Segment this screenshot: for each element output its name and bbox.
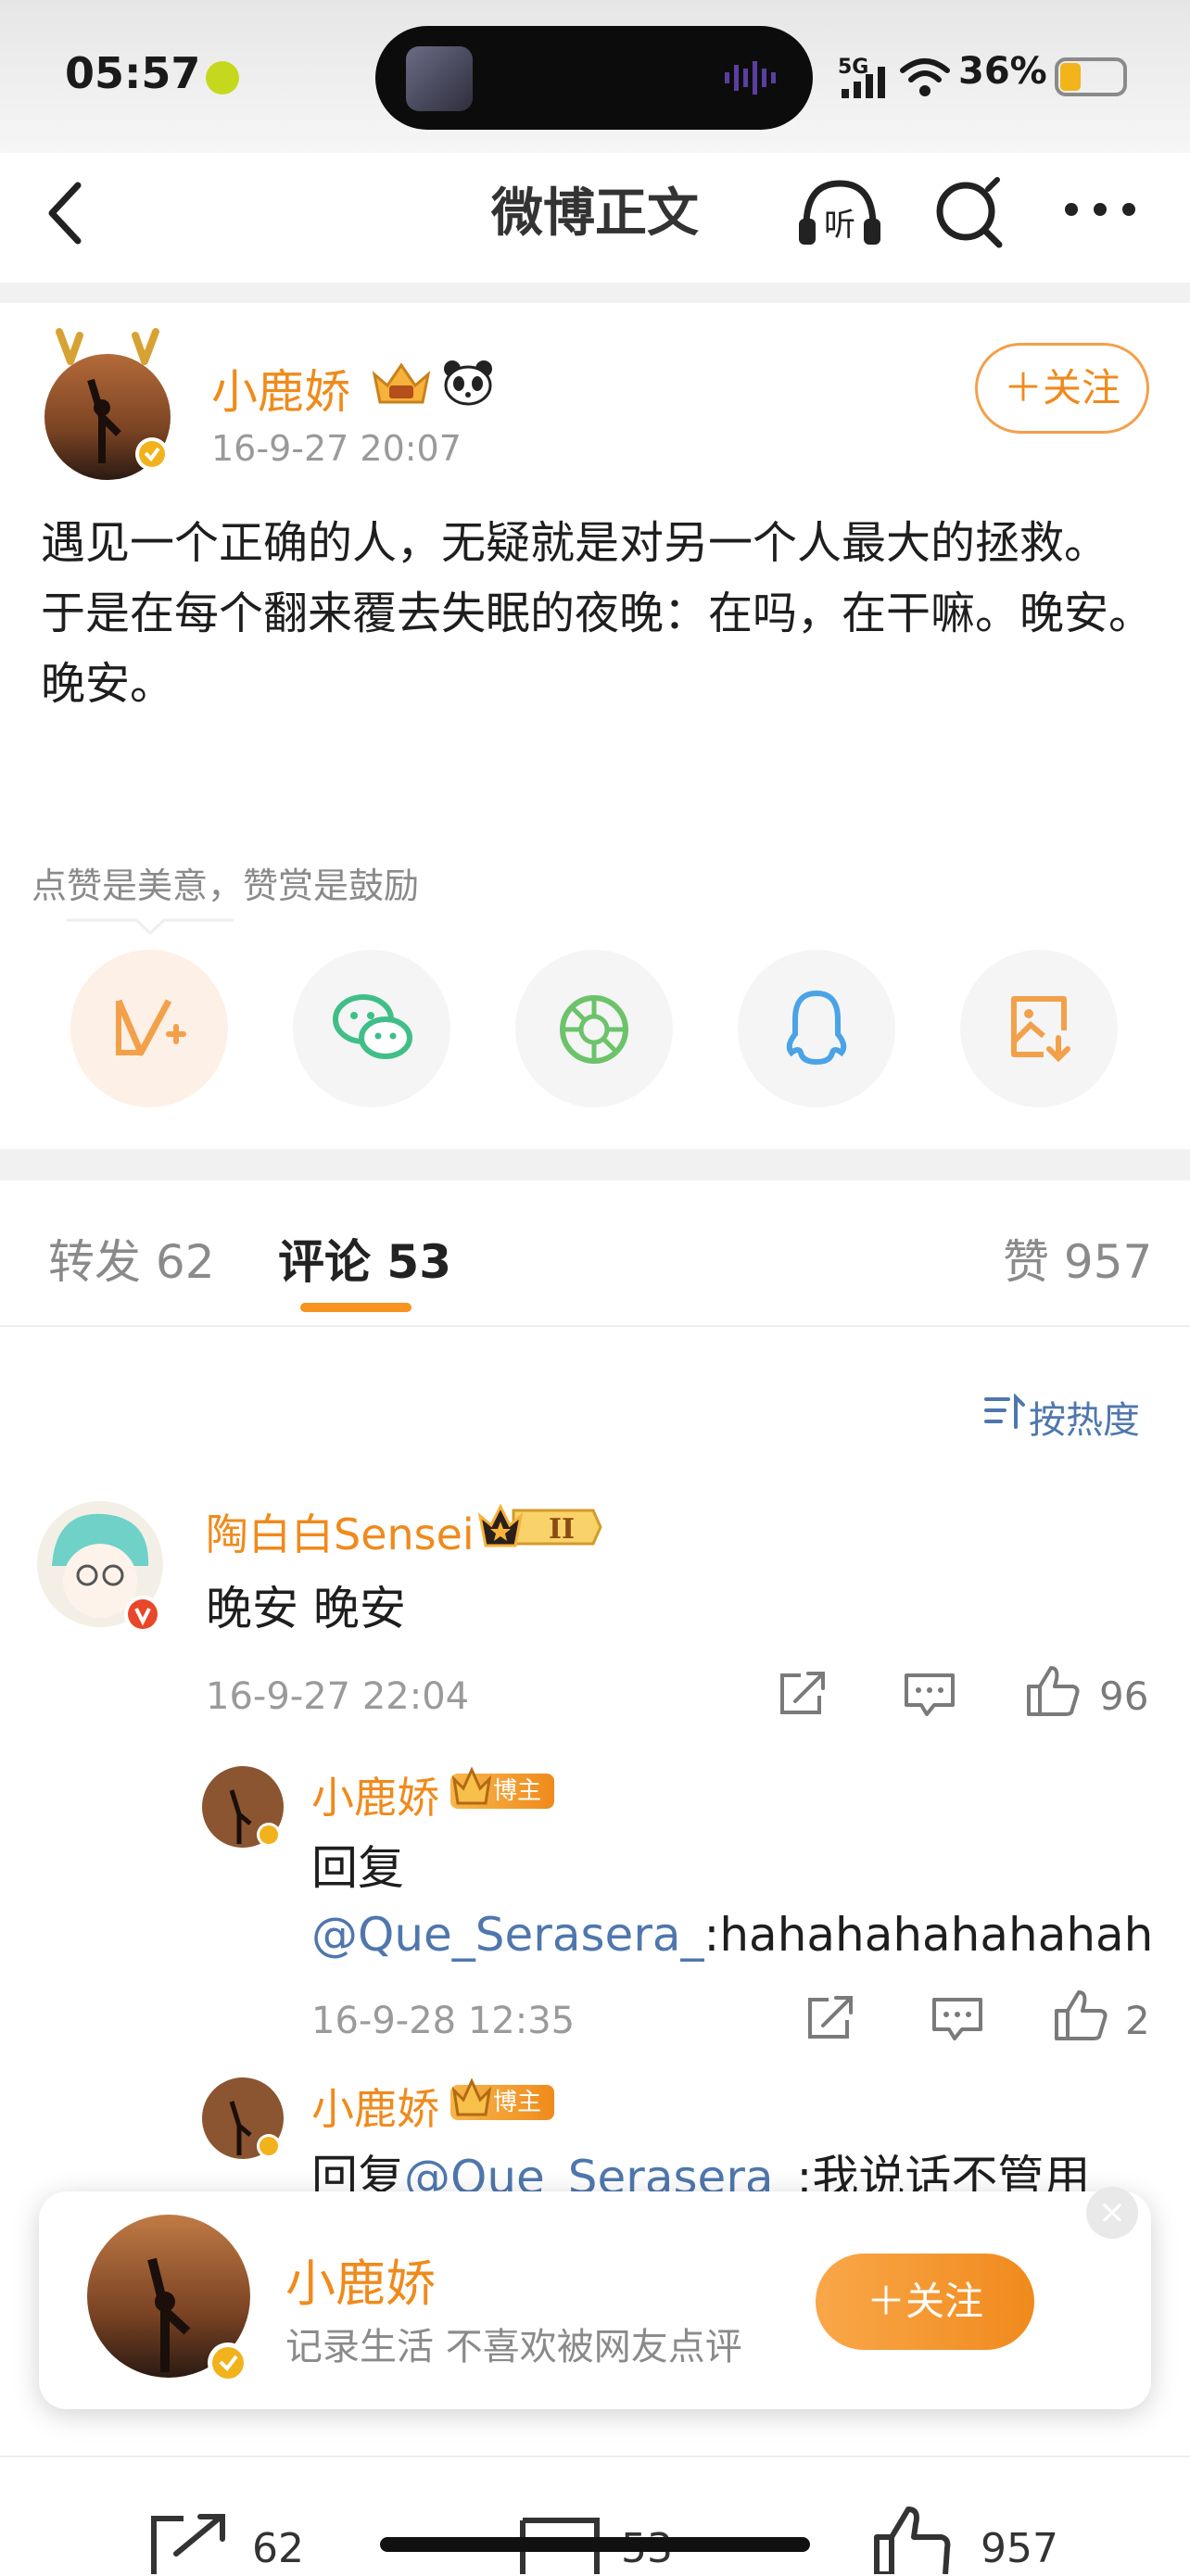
post-time: 16-9-27 20:07 [211, 428, 462, 469]
like-icon[interactable] [1053, 1989, 1108, 2042]
repost-comment-icon[interactable] [804, 1994, 856, 2042]
crown-icon [451, 1766, 492, 1805]
tab-comment[interactable]: 评论 53 [278, 1225, 451, 1292]
moments-icon [560, 995, 628, 1064]
reply-comment-icon[interactable] [930, 1996, 984, 2042]
commenter-name[interactable]: 陶白白Sensei [206, 1501, 475, 1562]
divider [0, 1325, 1190, 1327]
reply-body: :hahahahahahahah [703, 1908, 1154, 1962]
battery-percent: 36% [958, 50, 1047, 93]
tab-repost[interactable]: 转发 62 [48, 1225, 215, 1292]
reply-comment-icon[interactable] [903, 1672, 956, 1718]
divider [0, 283, 1190, 303]
crown-icon [451, 2077, 492, 2116]
close-icon[interactable]: × [1086, 2187, 1138, 2239]
mention-link[interactable]: @Que_Serasera_ [311, 1908, 704, 1962]
tip-pointer [67, 918, 234, 936]
like-icon[interactable] [1025, 1664, 1081, 1718]
reply-prefix: 回复 [311, 1841, 404, 1895]
signal-icon [842, 67, 885, 98]
post-body: 遇见一个正确的人，无疑就是对另一个人最大的拯救。 于是在每个翻来覆去失眠的夜晚：… [41, 517, 1154, 710]
app-indicator-icon [206, 61, 239, 95]
comment-time: 16-9-27 22:04 [206, 1675, 470, 1718]
sort-label[interactable]: 按热度 [1029, 1390, 1140, 1444]
reply-time: 16-9-28 12:35 [311, 2000, 576, 2042]
sort-icon[interactable] [984, 1394, 1025, 1431]
page-title: 微博正文 [491, 183, 699, 244]
repost-comment-icon[interactable] [777, 1670, 829, 1718]
qq-icon [786, 990, 847, 1066]
save-image-icon [1011, 996, 1070, 1063]
more-icon[interactable] [1062, 198, 1138, 221]
reply-author-avatar[interactable] [202, 2077, 287, 2163]
comment-text: 晚安 晚安 [206, 1582, 406, 1635]
active-tab-indicator [300, 1303, 411, 1312]
popup-avatar[interactable] [87, 2215, 263, 2391]
like-count: 2 [1125, 1998, 1150, 2043]
follow-button[interactable]: ＋关注 [975, 343, 1149, 434]
status-time: 05:57 [65, 48, 201, 98]
reply-author-name[interactable]: 小鹿娇 [311, 1764, 439, 1825]
vip-level-icon: II [477, 1503, 602, 1547]
home-indicator[interactable] [380, 2537, 810, 2552]
popup-follow-button[interactable]: ＋关注 [816, 2254, 1034, 2350]
reply-author-avatar[interactable] [202, 1766, 287, 1851]
wifi-icon [900, 58, 950, 96]
like-count: 957 [981, 2525, 1058, 2572]
like-icon[interactable] [871, 2504, 951, 2574]
svg-text:听: 听 [824, 207, 855, 244]
like-count: 96 [1099, 1673, 1149, 1719]
repost-count: 62 [252, 2525, 304, 2572]
now-playing-thumbnail [406, 46, 473, 111]
wechat-icon [333, 994, 412, 1059]
vip-crown-icon [372, 362, 431, 404]
repost-icon[interactable] [148, 2513, 232, 2574]
author-avatar[interactable] [33, 324, 182, 482]
reply-author-name[interactable]: 小鹿娇 [311, 2076, 439, 2137]
author-name[interactable]: 小鹿娇 [211, 355, 350, 422]
divider [0, 1149, 1190, 1181]
commenter-avatar[interactable] [37, 1501, 171, 1635]
tab-like[interactable]: 赞 957 [1003, 1225, 1152, 1292]
reward-tip: 点赞是美意，赞赏是鼓励 [32, 865, 420, 906]
svg-text:II: II [549, 1513, 575, 1546]
reply-text: 回复 @Que_Serasera_:hahahahahahahah [311, 1835, 1153, 1968]
listen-icon[interactable]: 听 [793, 176, 886, 250]
reward-icon [115, 999, 186, 1056]
audio-wave-icon [725, 61, 776, 95]
popup-description: 记录生活 不喜欢被网友点评 [285, 2326, 742, 2368]
popup-name[interactable]: 小鹿娇 [285, 2242, 436, 2316]
battery-level [1060, 63, 1081, 91]
panda-icon [444, 360, 492, 406]
search-icon[interactable] [932, 176, 1006, 250]
